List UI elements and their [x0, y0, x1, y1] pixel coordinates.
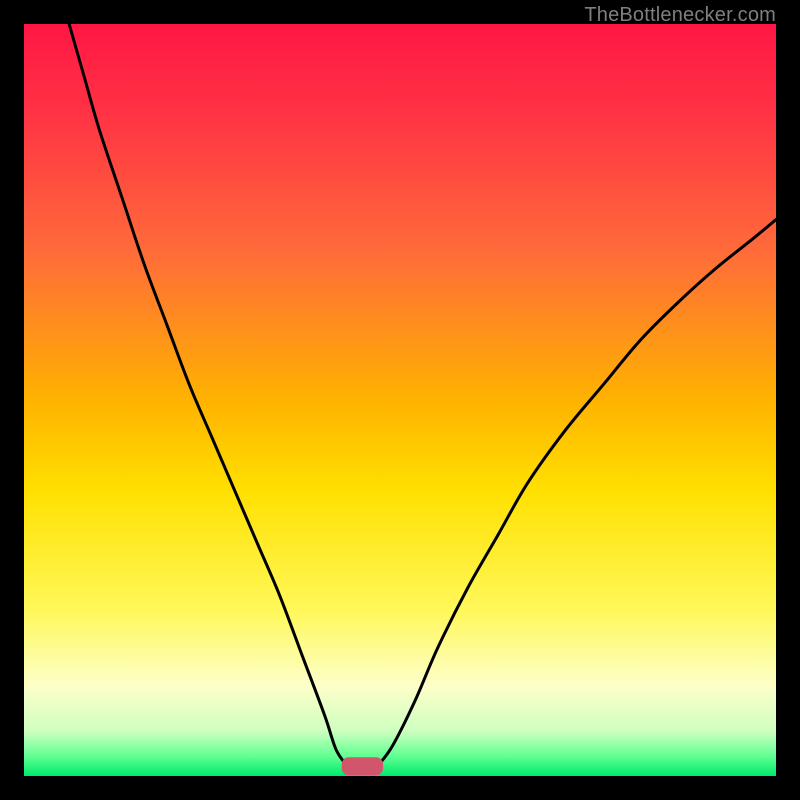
chart-frame	[24, 24, 776, 776]
chart-background	[24, 24, 776, 776]
bottleneck-marker	[342, 757, 383, 775]
bottleneck-chart	[24, 24, 776, 776]
